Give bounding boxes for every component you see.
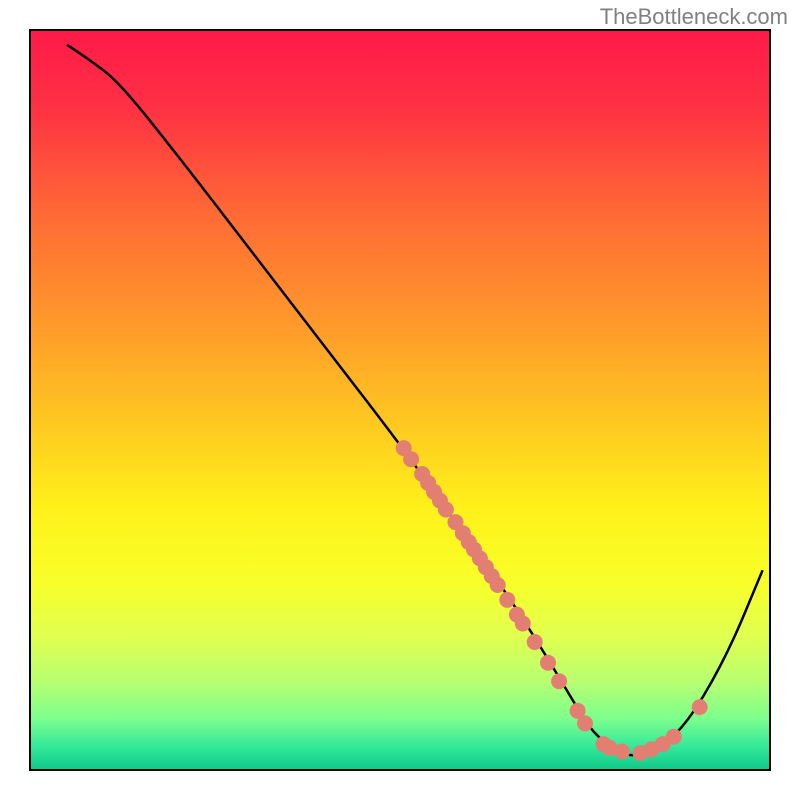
curve-marker	[577, 715, 593, 731]
curve-marker	[403, 451, 419, 467]
curve-marker	[666, 729, 682, 745]
curve-marker	[499, 592, 515, 608]
curve-marker	[551, 673, 567, 689]
attribution-label: TheBottleneck.com	[600, 4, 788, 30]
chart-svg	[0, 0, 800, 800]
curve-marker	[490, 577, 506, 593]
bottleneck-chart: TheBottleneck.com	[0, 0, 800, 800]
plot-background	[30, 30, 770, 770]
curve-marker	[692, 699, 708, 715]
curve-marker	[515, 616, 531, 632]
curve-marker	[527, 634, 543, 650]
curve-marker	[540, 655, 556, 671]
curve-marker	[614, 744, 630, 760]
curve-marker	[438, 502, 454, 518]
